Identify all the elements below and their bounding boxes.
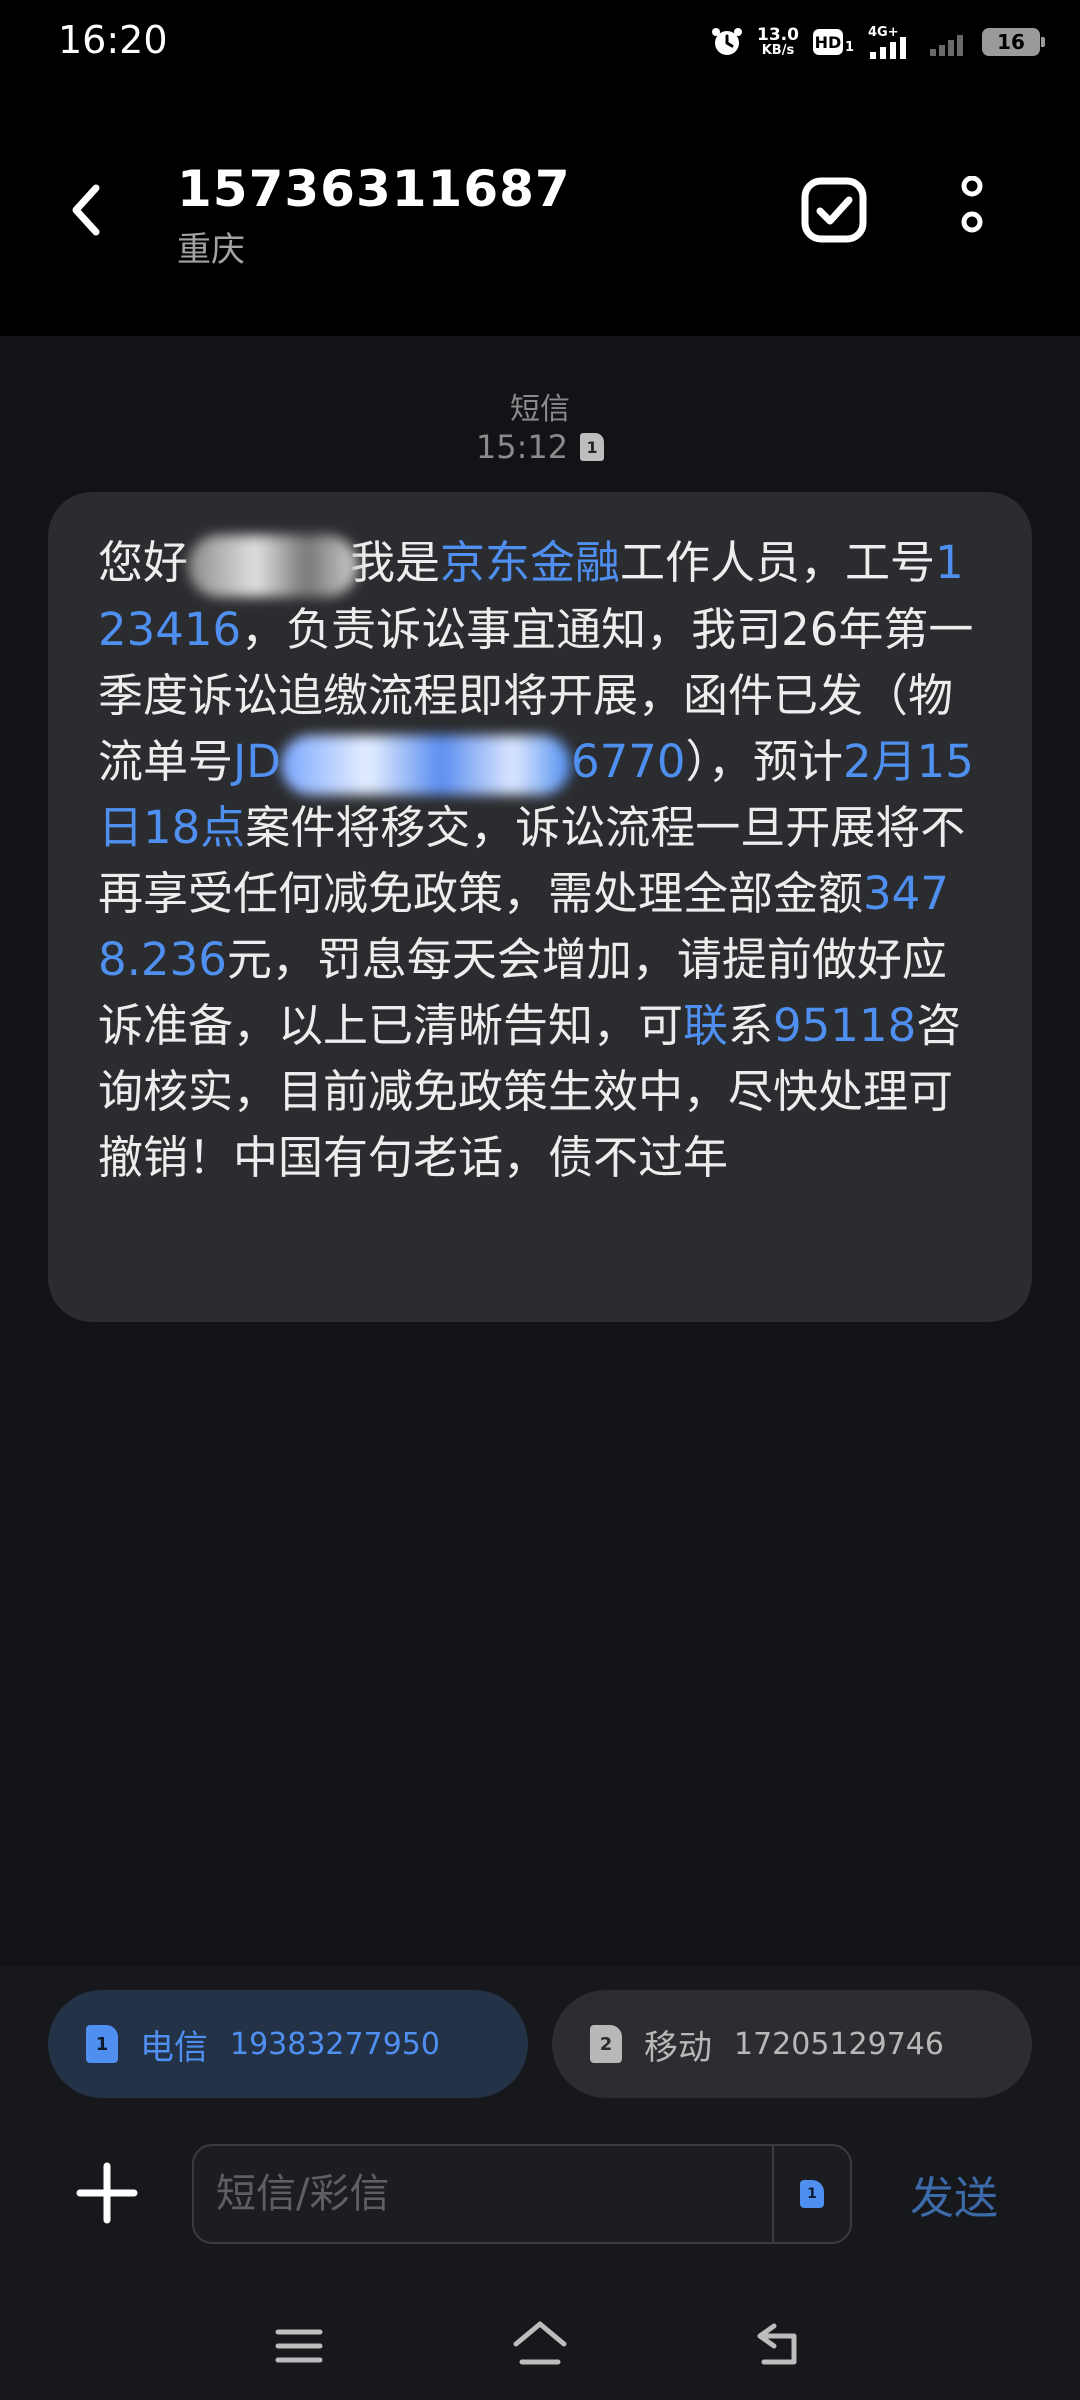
add-attachment-button[interactable] — [76, 2162, 138, 2224]
battery-level: 16 — [997, 30, 1025, 54]
hd-label: HD — [812, 29, 843, 55]
message-input[interactable] — [216, 2146, 746, 2242]
signal-icon-2 — [930, 35, 963, 56]
menu-icon[interactable] — [274, 2326, 324, 2366]
status-time: 16:20 — [58, 18, 168, 62]
compose-box: 1 — [192, 2144, 852, 2244]
sim2-number: 17205129746 — [734, 2026, 944, 2062]
message-bubble[interactable]: 您好 我是京东金融工作人员，工号123416，负责诉讼事宜通知，我司26年第一季度… — [48, 492, 1032, 1322]
hd-icon: HD 1 — [812, 29, 854, 55]
sim-card-icon: 1 — [800, 2180, 824, 2208]
message-text: 我是 — [350, 536, 441, 589]
more-options-button[interactable] — [950, 175, 994, 244]
back-button[interactable] — [56, 170, 116, 250]
message-text: 工作人员，工号 — [620, 536, 936, 589]
navigation-bar — [0, 2290, 1080, 2400]
message-text: ），预计 — [685, 735, 843, 788]
contact-location: 重庆 — [177, 230, 245, 270]
sim1-button[interactable]: 1 电信 19383277950 — [48, 1990, 528, 2098]
net-speed: 13.0 KB/s — [757, 25, 799, 58]
status-bar: 16:20 13.0 KB/s HD 1 4G+ 16 — [0, 0, 1080, 84]
message-text: 您好 — [98, 536, 189, 589]
message-text: 系 — [728, 999, 774, 1052]
back-arrow-icon — [72, 184, 100, 236]
message-timestamp: 15:12 — [475, 428, 569, 466]
more-vertical-icon — [961, 175, 983, 233]
redacted-region — [188, 535, 359, 597]
signal-icon: 4G+ — [868, 25, 906, 59]
redacted-region — [280, 735, 571, 795]
sim-card-icon: 2 — [590, 2025, 622, 2063]
plus-icon — [76, 2162, 138, 2224]
sim1-number: 19383277950 — [230, 2026, 440, 2062]
sim2-carrier: 移动 — [644, 2027, 712, 2068]
message-link[interactable]: 6770 — [571, 735, 686, 788]
contact-number: 15736311687 — [177, 160, 571, 218]
message-link[interactable]: 京东金融 — [440, 536, 620, 589]
home-icon[interactable] — [510, 2318, 570, 2370]
net-speed-value: 13.0 — [757, 25, 799, 45]
net-speed-unit: KB/s — [761, 43, 795, 58]
message-thread[interactable]: 短信 15:12 1 您好 我是京东金融工作人员，工号123416，负责诉讼事宜通… — [0, 336, 1080, 1966]
message-link[interactable]: JD — [233, 735, 281, 788]
message-link[interactable]: 95118 — [773, 999, 916, 1052]
conversation-header: 15736311687 重庆 — [0, 84, 1080, 336]
hd-sub: 1 — [844, 40, 854, 55]
message-meta: 15:12 1 — [0, 428, 1080, 466]
select-messages-button[interactable] — [800, 176, 868, 244]
status-icons: 13.0 KB/s HD 1 4G+ 16 — [711, 22, 1045, 62]
network-type: 4G+ — [868, 25, 899, 40]
send-button[interactable]: 发送 — [910, 2162, 998, 2226]
message-link[interactable]: 联 — [683, 999, 728, 1052]
sim-card-icon: 1 — [86, 2025, 118, 2063]
check-square-icon — [801, 177, 867, 243]
sim2-button[interactable]: 2 移动 17205129746 — [552, 1990, 1032, 2098]
sim-card-icon: 1 — [580, 433, 605, 461]
alarm-icon — [712, 28, 742, 55]
battery-icon: 16 — [982, 28, 1045, 56]
message-type-label: 短信 — [510, 392, 570, 427]
sms-thread-screen: 16:20 13.0 KB/s HD 1 4G+ 16 15736311687 … — [0, 0, 1080, 2400]
back-icon[interactable] — [754, 2320, 806, 2368]
compose-sim-switch[interactable]: 1 — [772, 2146, 850, 2242]
sim1-carrier: 电信 — [140, 2027, 208, 2068]
